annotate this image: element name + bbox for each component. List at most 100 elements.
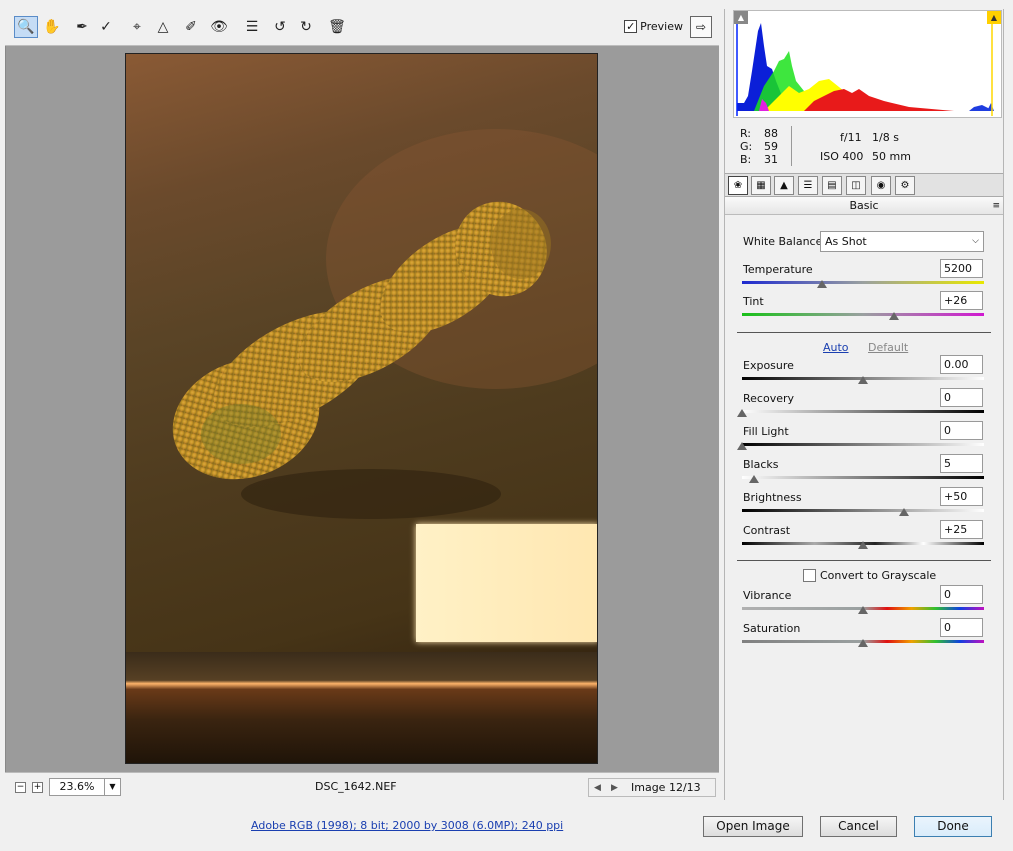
- toolbar: 🔍 ✋ ✒ ✓ ⌖ △ ✐ 👁 ☰ ↺ ↻ 🗑 ✓ Preview ⇨: [5, 9, 719, 46]
- light-reflection: [416, 524, 597, 642]
- tab-camera-calibration-icon[interactable]: ◉: [871, 176, 891, 195]
- b-label: B:: [740, 153, 752, 166]
- shutter-value: 1/8 s: [872, 131, 899, 144]
- cancel-button[interactable]: Cancel: [820, 816, 897, 837]
- g-value: 59: [764, 140, 778, 153]
- recovery-label: Recovery: [743, 392, 795, 405]
- contrast-label: Contrast: [743, 524, 791, 537]
- blacks-slider-thumb[interactable]: [749, 475, 760, 483]
- workflow-options-link[interactable]: Adobe RGB (1998); 8 bit; 2000 by 3008 (6…: [251, 819, 563, 832]
- blacks-label: Blacks: [743, 458, 779, 471]
- fill-light-slider-thumb[interactable]: [737, 442, 747, 450]
- trash-icon[interactable]: 🗑: [325, 16, 349, 38]
- panel-menu-icon[interactable]: ≡: [992, 197, 1000, 215]
- temperature-value-field[interactable]: 5200: [940, 259, 983, 278]
- temperature-slider-track[interactable]: [742, 281, 984, 284]
- rotate-right-icon[interactable]: ↻: [294, 16, 318, 38]
- default-link[interactable]: Default: [868, 341, 908, 354]
- aperture-value: f/11: [840, 131, 862, 144]
- pixel-info: R: 88 G: 59 B: 31 f/11 1/8 s ISO 400 50 …: [733, 122, 1002, 172]
- exposure-label: Exposure: [743, 359, 794, 372]
- preferences-icon[interactable]: ☰: [240, 16, 264, 38]
- highlight-clipping-warning-icon[interactable]: ▲: [987, 11, 1001, 24]
- blacks-slider-track[interactable]: [742, 476, 984, 479]
- exposure-value-field[interactable]: 0.00: [940, 355, 983, 374]
- tint-slider-thumb[interactable]: [889, 312, 900, 320]
- tab-tone-curve-icon[interactable]: ▦: [751, 176, 771, 195]
- white-balance-select[interactable]: As Shot ⌵: [820, 231, 984, 252]
- saturation-value-field[interactable]: 0: [940, 618, 983, 637]
- preview-checkbox[interactable]: ✓: [624, 20, 638, 33]
- brightness-slider-thumb[interactable]: [899, 508, 910, 516]
- r-value: 88: [764, 127, 778, 140]
- tint-value-field[interactable]: +26: [940, 291, 983, 310]
- rotate-left-icon[interactable]: ↺: [268, 16, 292, 38]
- fill-light-value-field[interactable]: 0: [940, 421, 983, 440]
- separator: [737, 560, 991, 561]
- shelf-edge: [126, 652, 597, 763]
- tab-presets-icon[interactable]: ⚙: [895, 176, 915, 195]
- exposure-slider-thumb[interactable]: [858, 376, 868, 384]
- grayscale-checkbox[interactable]: [803, 569, 816, 582]
- histogram: ▲ ▲: [733, 10, 1002, 118]
- vibrance-label: Vibrance: [743, 589, 792, 602]
- zoom-select[interactable]: 23.6% ▼: [49, 778, 121, 796]
- auto-link[interactable]: Auto: [823, 341, 849, 354]
- zoom-out-button[interactable]: −: [15, 782, 26, 793]
- panel-tabs: ❀ ▦ ▲ ☰ ▤ ◫ ◉ ⚙: [725, 173, 1003, 197]
- image-counter: Image 12/13: [631, 781, 701, 794]
- histogram-graph: [736, 21, 994, 116]
- temperature-label: Temperature: [743, 263, 813, 276]
- shadow-clipping-warning-icon[interactable]: ▲: [734, 11, 748, 24]
- preview-toggle[interactable]: ✓ Preview: [624, 20, 683, 33]
- color-sampler-tool-icon[interactable]: ✓: [94, 16, 118, 38]
- zoom-in-button[interactable]: +: [32, 782, 43, 793]
- fill-light-slider-track[interactable]: [742, 443, 984, 446]
- preview-label: Preview: [640, 20, 683, 33]
- brightness-label: Brightness: [743, 491, 802, 504]
- temperature-slider-thumb[interactable]: [816, 280, 827, 288]
- grayscale-toggle[interactable]: Convert to Grayscale: [803, 569, 936, 582]
- tab-hsl-icon[interactable]: ☰: [798, 176, 818, 195]
- fullscreen-icon[interactable]: ⇨: [690, 16, 712, 38]
- white-balance-tool-icon[interactable]: ✒: [70, 16, 94, 38]
- tint-slider-track[interactable]: [742, 313, 984, 316]
- next-image-icon[interactable]: ▶: [606, 783, 623, 793]
- tab-basic-icon[interactable]: ❀: [728, 176, 748, 195]
- contrast-slider-thumb[interactable]: [858, 541, 868, 549]
- recovery-slider-track[interactable]: [742, 410, 984, 413]
- panel-title: Basic ≡: [725, 197, 1003, 215]
- vibrance-value-field[interactable]: 0: [940, 585, 983, 604]
- brightness-slider-track[interactable]: [742, 509, 984, 512]
- saturation-label: Saturation: [743, 622, 801, 635]
- brightness-value-field[interactable]: +50: [940, 487, 983, 506]
- tab-split-toning-icon[interactable]: ▤: [822, 176, 842, 195]
- straighten-tool-icon[interactable]: △: [151, 16, 175, 38]
- red-eye-tool-icon[interactable]: 👁: [207, 16, 231, 38]
- panel-title-text: Basic: [849, 199, 879, 212]
- saturation-slider-thumb[interactable]: [858, 639, 868, 647]
- vibrance-slider-thumb[interactable]: [858, 606, 868, 614]
- previous-image-icon[interactable]: ◀: [589, 783, 606, 793]
- canvas-footer: − + 23.6% ▼ DSC_1642.NEF ◀ ▶ Image 12/13: [5, 772, 719, 800]
- info-divider: [791, 126, 792, 166]
- crop-tool-icon[interactable]: ⌖: [125, 16, 149, 38]
- iso-value: ISO 400: [820, 150, 864, 163]
- chevron-down-icon[interactable]: ▼: [104, 779, 120, 795]
- recovery-slider-thumb[interactable]: [737, 409, 747, 417]
- image-navigator: ◀ ▶ Image 12/13: [588, 778, 716, 797]
- zoom-tool-icon[interactable]: 🔍: [14, 16, 38, 38]
- r-label: R:: [740, 127, 752, 140]
- tab-detail-icon[interactable]: ▲: [774, 176, 794, 195]
- retouch-tool-icon[interactable]: ✐: [179, 16, 203, 38]
- focal-length-value: 50 mm: [872, 150, 911, 163]
- hand-tool-icon[interactable]: ✋: [40, 16, 64, 38]
- blacks-value-field[interactable]: 5: [940, 454, 983, 473]
- recovery-value-field[interactable]: 0: [940, 388, 983, 407]
- open-image-button[interactable]: Open Image: [703, 816, 803, 837]
- photo-preview[interactable]: [125, 53, 598, 764]
- tab-lens-corrections-icon[interactable]: ◫: [846, 176, 866, 195]
- tint-label: Tint: [743, 295, 764, 308]
- contrast-value-field[interactable]: +25: [940, 520, 983, 539]
- done-button[interactable]: Done: [914, 816, 992, 837]
